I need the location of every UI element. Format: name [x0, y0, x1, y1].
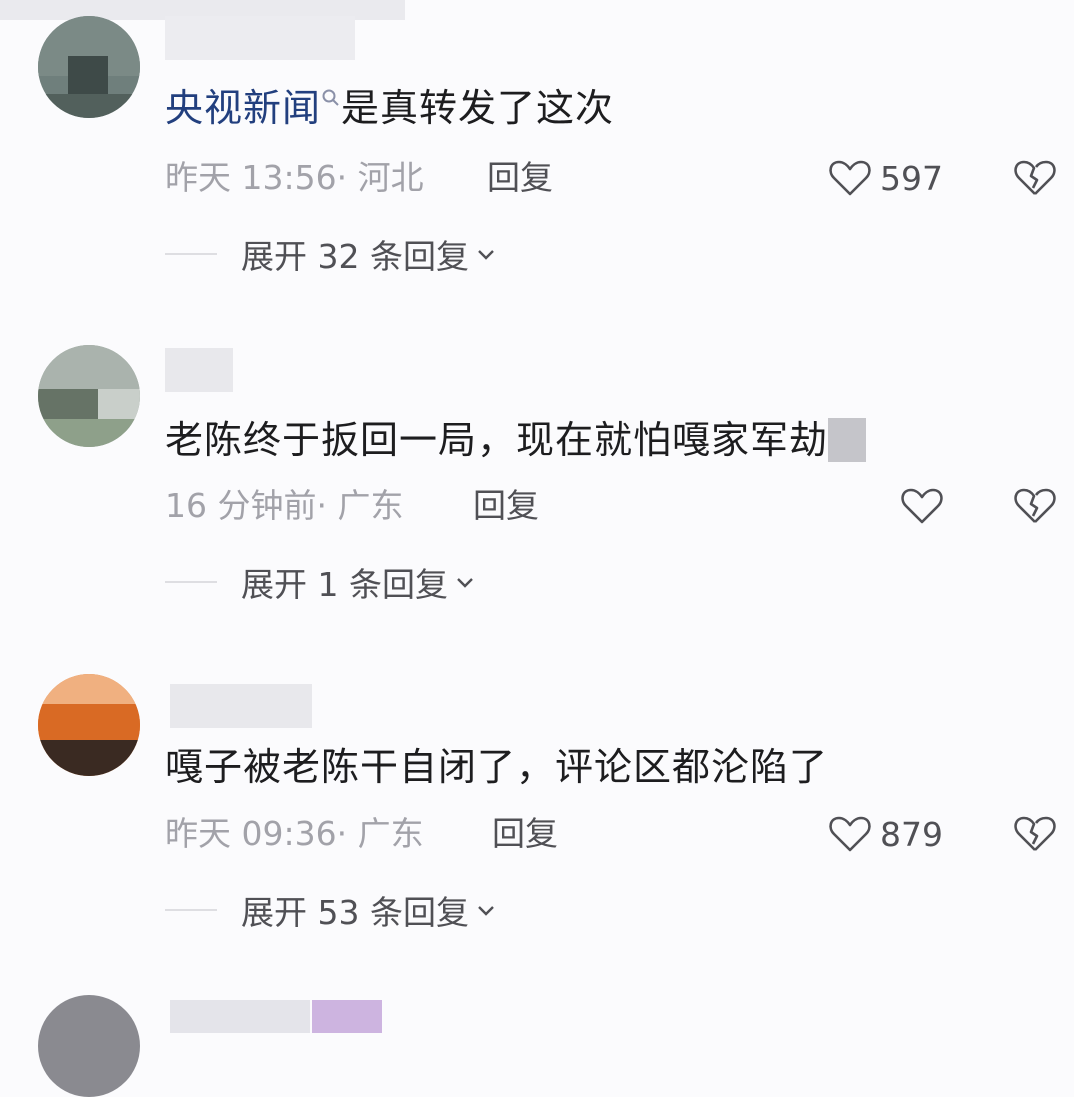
- comment-meta: 16 分钟前· 广东: [165, 486, 403, 526]
- reply-button[interactable]: 回复: [492, 814, 558, 854]
- broken-heart-icon[interactable]: [1013, 156, 1057, 200]
- username-blurred: [165, 348, 233, 392]
- broken-heart-icon[interactable]: [1013, 812, 1057, 856]
- comment-page: { "comments": [ { "mention": "央视新闻", "te…: [0, 0, 1074, 1097]
- timestamp: 16 分钟前: [165, 486, 317, 525]
- reply-button[interactable]: 回复: [487, 158, 553, 198]
- heart-outline-icon: [829, 816, 871, 852]
- divider: [165, 253, 217, 255]
- location: · 广东: [316, 486, 404, 525]
- location: · 河北: [336, 158, 424, 197]
- avatar[interactable]: [38, 995, 140, 1097]
- chevron-down-icon: [478, 250, 494, 260]
- timestamp: 昨天 09:36: [165, 814, 337, 853]
- like-count: 879: [880, 814, 943, 854]
- heart-outline-icon: [829, 160, 871, 196]
- comment-text: 嘎子被老陈干自闭了，评论区都沦陷了: [165, 745, 829, 789]
- like-button[interactable]: 597: [828, 156, 943, 200]
- chevron-down-icon: [457, 578, 473, 588]
- comment-meta: 昨天 09:36· 广东: [165, 814, 424, 854]
- search-icon: [322, 89, 339, 106]
- expand-replies[interactable]: 展开 1 条回复: [165, 560, 476, 604]
- expand-replies-label: 展开 53 条回复: [241, 893, 469, 932]
- mention-link[interactable]: 央视新闻: [165, 86, 321, 130]
- blurred-text: [828, 418, 867, 462]
- location: · 广东: [336, 814, 424, 853]
- comment-text: 老陈终于扳回一局，现在就怕嘎家军劫: [165, 418, 867, 462]
- username-blurred-accent: [312, 1000, 382, 1033]
- username-blurred: [170, 1000, 310, 1033]
- comment-text: 央视新闻 是真转发了这次: [165, 86, 615, 130]
- expand-replies[interactable]: 展开 53 条回复: [165, 888, 497, 932]
- like-button[interactable]: 879: [828, 812, 943, 856]
- broken-heart-icon[interactable]: [1013, 484, 1057, 528]
- divider: [165, 909, 217, 911]
- expand-replies-label: 展开 1 条回复: [241, 565, 448, 604]
- avatar[interactable]: [38, 674, 140, 776]
- username-blurred: [170, 684, 312, 728]
- heart-outline-icon: [901, 488, 943, 524]
- comment-meta: 昨天 13:56· 河北: [165, 158, 424, 198]
- username-blurred: [165, 16, 355, 60]
- divider: [165, 581, 217, 583]
- reply-button[interactable]: 回复: [473, 486, 539, 526]
- like-count: 597: [880, 158, 943, 198]
- chevron-down-icon: [478, 906, 494, 916]
- avatar[interactable]: [38, 16, 140, 118]
- timestamp: 昨天 13:56: [165, 158, 337, 197]
- expand-replies[interactable]: 展开 32 条回复: [165, 232, 497, 276]
- avatar[interactable]: [38, 345, 140, 447]
- expand-replies-label: 展开 32 条回复: [241, 237, 469, 276]
- like-button[interactable]: [900, 484, 944, 528]
